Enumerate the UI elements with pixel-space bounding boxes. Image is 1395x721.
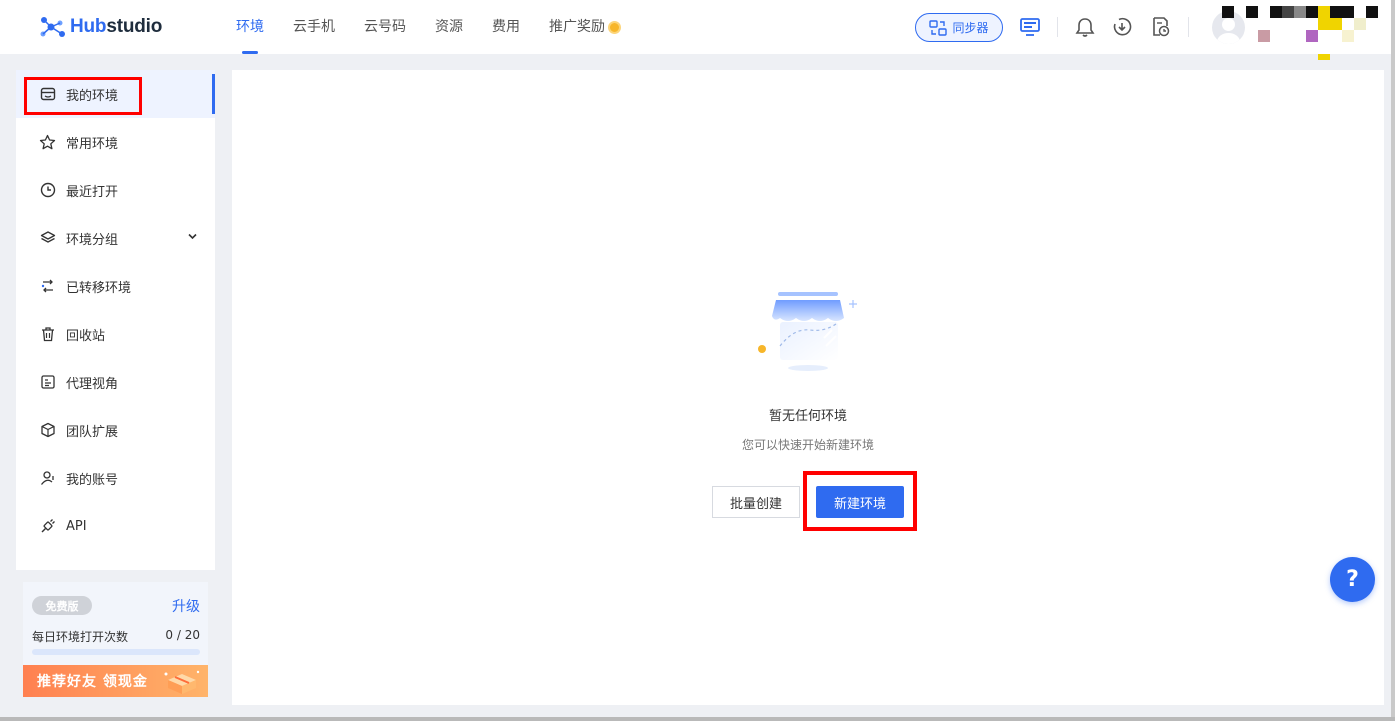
plan-card: 免费版 升级 每日环境打开次数 0 / 20 推荐好友 领现金 <box>23 582 208 697</box>
nav-tab-cloud-number[interactable]: 云号码 <box>364 0 406 54</box>
sidebar-item-favorite-environments[interactable]: 常用环境 <box>16 118 215 166</box>
sidebar-item-recently-opened[interactable]: 最近打开 <box>16 166 215 214</box>
coin-icon <box>608 20 621 34</box>
sidebar-item-proxy-view[interactable]: 代理视角 <box>16 358 215 406</box>
plan-badge: 免费版 <box>32 596 92 615</box>
upgrade-link[interactable]: 升级 <box>172 596 200 616</box>
sync-devices-icon <box>929 19 948 36</box>
help-button[interactable]: ? <box>1330 557 1375 602</box>
sidebar-item-my-account[interactable]: 我的账号 <box>16 454 215 502</box>
sidebar-item-my-environments[interactable]: 我的环境 <box>16 70 215 118</box>
batch-create-button[interactable]: 批量创建 <box>712 486 800 518</box>
window-border <box>1391 0 1395 721</box>
sidebar-item-recycle-bin[interactable]: 回收站 <box>16 310 215 358</box>
sidebar-item-label: API <box>66 518 87 534</box>
sidebar-item-environment-groups[interactable]: 环境分组 <box>16 214 215 262</box>
daily-open-label: 每日环境打开次数 <box>32 630 129 644</box>
referral-promo-banner[interactable]: 推荐好友 领现金 <box>23 665 208 697</box>
sidebar-item-transferred-environments[interactable]: 已转移环境 <box>16 262 215 310</box>
sidebar-item-label: 团队扩展 <box>66 424 119 440</box>
trash-icon <box>39 326 56 343</box>
main-content: 暂无任何环境 您可以快速开始新建环境 批量创建 新建环境 <box>232 70 1384 705</box>
nav-tab-environment[interactable]: 环境 <box>236 0 264 54</box>
sidebar-item-label: 回收站 <box>66 328 106 344</box>
divider <box>1057 17 1058 37</box>
top-bar: Hubstudio 环境 云手机 云号码 资源 费用 推广奖励 同步器 <box>0 0 1395 60</box>
daily-open-count: 0 / 20 <box>165 628 200 642</box>
screen-sync-icon[interactable] <box>1018 15 1042 39</box>
top-nav: 环境 云手机 云号码 资源 费用 推广奖励 <box>236 0 650 54</box>
hub-molecule-icon <box>40 17 65 37</box>
new-environment-button[interactable]: 新建环境 <box>816 486 904 518</box>
sidebar-item-api[interactable]: API <box>16 502 215 550</box>
empty-store-illustration <box>758 292 857 371</box>
synchronizer-button[interactable]: 同步器 <box>915 13 1003 42</box>
file-clock-icon[interactable] <box>1148 15 1172 39</box>
sidebar: 我的环境 常用环境 最近打开 环境分组 已转移环境 回收站 代理视角 团队扩展 … <box>16 70 215 570</box>
app-logo[interactable]: Hubstudio <box>38 14 162 40</box>
layers-icon <box>39 230 56 247</box>
sidebar-item-label: 我的环境 <box>66 88 119 104</box>
nav-tab-billing[interactable]: 费用 <box>492 0 520 54</box>
download-refresh-icon[interactable] <box>1110 15 1134 39</box>
store-icon <box>39 86 56 103</box>
user-icon <box>39 470 56 487</box>
logo-text: Hubstudio <box>70 16 163 37</box>
clock-icon <box>39 182 56 199</box>
promo-label: 推荐好友 领现金 <box>37 674 148 690</box>
sidebar-item-team-expansion[interactable]: 团队扩展 <box>16 406 215 454</box>
daily-open-progress <box>32 649 200 655</box>
chevron-down-icon[interactable] <box>187 231 198 246</box>
sidebar-item-label: 已转移环境 <box>66 280 132 296</box>
nav-tab-resources[interactable]: 资源 <box>435 0 463 54</box>
transfer-icon <box>39 278 56 295</box>
nav-tab-referral-rewards[interactable]: 推广奖励 <box>549 0 621 54</box>
empty-state-subtitle: 您可以快速开始新建环境 <box>741 438 874 452</box>
sidebar-item-label: 我的账号 <box>66 472 119 488</box>
nav-tab-cloud-phone[interactable]: 云手机 <box>293 0 335 54</box>
proxy-view-icon <box>39 374 56 391</box>
gift-box-icon <box>164 670 200 694</box>
synchronizer-label: 同步器 <box>952 21 989 35</box>
window-border <box>0 717 1395 721</box>
empty-state-title: 暂无任何环境 <box>768 409 847 424</box>
sidebar-item-label: 最近打开 <box>66 184 119 200</box>
cube-icon <box>39 422 56 439</box>
divider <box>1188 17 1189 37</box>
plug-icon <box>39 518 56 535</box>
star-icon <box>39 134 56 151</box>
sidebar-item-label: 环境分组 <box>66 232 119 248</box>
sidebar-item-label: 代理视角 <box>66 376 119 392</box>
bell-icon[interactable] <box>1073 15 1097 39</box>
sidebar-item-label: 常用环境 <box>66 136 119 152</box>
